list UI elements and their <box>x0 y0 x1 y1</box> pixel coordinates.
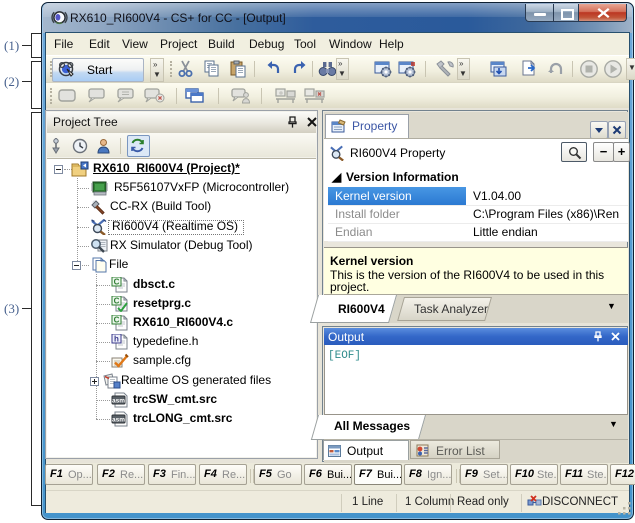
svg-text:C: C <box>114 316 120 325</box>
svg-text:asm: asm <box>112 417 125 424</box>
svg-text:C: C <box>114 297 120 306</box>
svg-text:asm: asm <box>112 398 125 405</box>
svg-text:h: h <box>114 335 119 344</box>
svg-text:C: C <box>114 278 120 287</box>
